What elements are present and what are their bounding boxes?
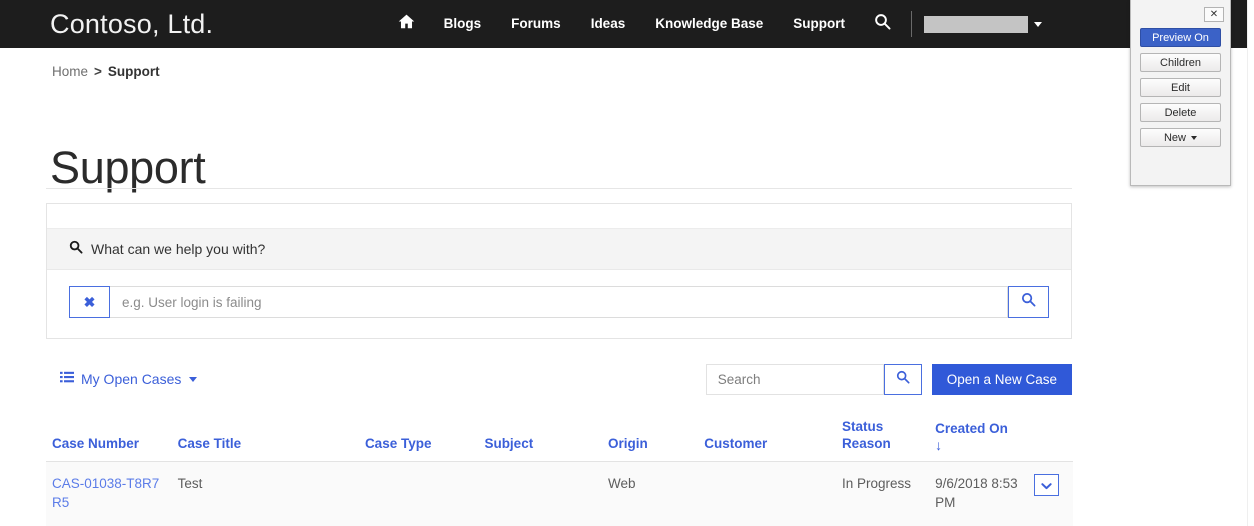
cell-subject: [478, 461, 602, 526]
close-icon[interactable]: ✕: [1204, 6, 1224, 22]
nav-item-knowledge-base[interactable]: Knowledge Base: [640, 0, 778, 48]
cell-case-type: [358, 461, 479, 526]
edit-panel-header: ✕: [1131, 0, 1230, 28]
cell-created-on: 9/6/2018 8:53 PM: [929, 461, 1029, 526]
cell-customer: [698, 461, 836, 526]
breadcrumb: Home > Support: [52, 64, 160, 79]
cell-case-number: CAS-01038-T8R7R5: [46, 461, 172, 526]
help-search-submit-button[interactable]: [1008, 286, 1049, 318]
chevron-down-icon: [1041, 476, 1052, 495]
breadcrumb-home[interactable]: Home: [52, 64, 88, 79]
grid-search-button[interactable]: [883, 363, 922, 395]
cell-status-reason: In Progress: [835, 461, 930, 526]
search-icon: [69, 240, 83, 259]
caret-down-icon: [1191, 135, 1197, 140]
column-header-origin[interactable]: Origin: [602, 418, 699, 462]
site-brand[interactable]: Contoso, Ltd.: [50, 9, 213, 40]
help-search-heading: What can we help you with?: [91, 241, 266, 257]
top-navbar: Contoso, Ltd. Blogs Forums Ideas Knowled…: [0, 0, 1254, 48]
primary-nav: Blogs Forums Ideas Knowledge Base Suppor…: [384, 0, 1042, 48]
preview-on-button[interactable]: Preview On: [1140, 28, 1221, 47]
nav-search-button[interactable]: [860, 0, 905, 48]
clear-search-button[interactable]: ✖: [69, 286, 110, 318]
case-view-label: My Open Cases: [81, 371, 182, 387]
new-button-label: New: [1163, 131, 1186, 144]
title-divider: [46, 188, 1072, 189]
open-new-case-button[interactable]: Open a New Case: [931, 363, 1072, 395]
help-search-panel: What can we help you with? ✖: [46, 203, 1072, 339]
delete-button[interactable]: Delete: [1140, 103, 1221, 122]
nav-item-support[interactable]: Support: [778, 0, 860, 48]
cell-case-title: Test: [171, 461, 359, 526]
case-number-link[interactable]: CAS-01038-T8R7R5: [52, 476, 159, 510]
column-header-case-type[interactable]: Case Type: [358, 418, 479, 462]
nav-item-forums[interactable]: Forums: [496, 0, 576, 48]
user-menu[interactable]: [918, 15, 1042, 33]
column-header-status-reason[interactable]: Status Reason: [835, 418, 930, 462]
chevron-down-icon: [1034, 21, 1042, 27]
column-header-created-on-label: Created On: [935, 421, 1008, 436]
help-panel-top-strip: [47, 204, 1071, 229]
nav-home-link[interactable]: [384, 0, 429, 48]
cell-origin: Web: [602, 461, 699, 526]
nav-item-ideas[interactable]: Ideas: [576, 0, 641, 48]
nav-divider: [911, 11, 912, 37]
cases-table: Case Number Case Title Case Type Subject…: [46, 418, 1073, 526]
page-scrollbar[interactable]: [1247, 0, 1254, 526]
search-icon: [874, 13, 891, 35]
column-header-actions: [1028, 418, 1073, 462]
search-icon: [896, 370, 910, 389]
edit-panel-buttons: Preview On Children Edit Delete New: [1131, 28, 1230, 147]
row-menu-button[interactable]: [1034, 474, 1060, 496]
nav-item-blogs[interactable]: Blogs: [429, 0, 497, 48]
help-search-input[interactable]: [110, 286, 1008, 318]
toolbar-actions: Open a New Case: [705, 363, 1072, 395]
sort-descending-icon: ↓: [935, 437, 943, 453]
help-search-body: ✖: [47, 270, 1071, 338]
cases-toolbar: My Open Cases Open a New Case: [46, 362, 1072, 396]
home-icon: [398, 13, 415, 35]
cases-table-head: Case Number Case Title Case Type Subject…: [46, 418, 1073, 462]
content-edit-panel: ✕ Preview On Children Edit Delete New: [1130, 0, 1231, 186]
edit-button[interactable]: Edit: [1140, 78, 1221, 97]
search-icon: [1021, 292, 1036, 312]
column-header-created-on[interactable]: Created On ↓: [929, 418, 1029, 462]
breadcrumb-separator: >: [94, 64, 102, 79]
page-title: Support: [50, 142, 206, 194]
table-header-row: Case Number Case Title Case Type Subject…: [46, 418, 1073, 462]
column-header-subject[interactable]: Subject: [478, 418, 602, 462]
column-header-case-title[interactable]: Case Title: [171, 418, 359, 462]
new-button[interactable]: New: [1140, 128, 1221, 147]
caret-down-icon: [189, 376, 198, 382]
column-header-case-number[interactable]: Case Number: [46, 418, 172, 462]
help-search-heading-bar: What can we help you with?: [47, 229, 1071, 270]
cell-row-actions: [1028, 461, 1073, 526]
grid-search-input[interactable]: [705, 363, 884, 395]
children-button[interactable]: Children: [1140, 53, 1221, 72]
cases-table-body: CAS-01038-T8R7R5 Test Web In Progress 9/…: [46, 461, 1073, 526]
user-name-redacted: [924, 15, 1028, 33]
case-view-selector[interactable]: My Open Cases: [60, 371, 198, 387]
list-icon: [60, 371, 74, 387]
column-header-customer[interactable]: Customer: [698, 418, 836, 462]
breadcrumb-current: Support: [107, 64, 160, 79]
table-row[interactable]: CAS-01038-T8R7R5 Test Web In Progress 9/…: [46, 461, 1073, 526]
